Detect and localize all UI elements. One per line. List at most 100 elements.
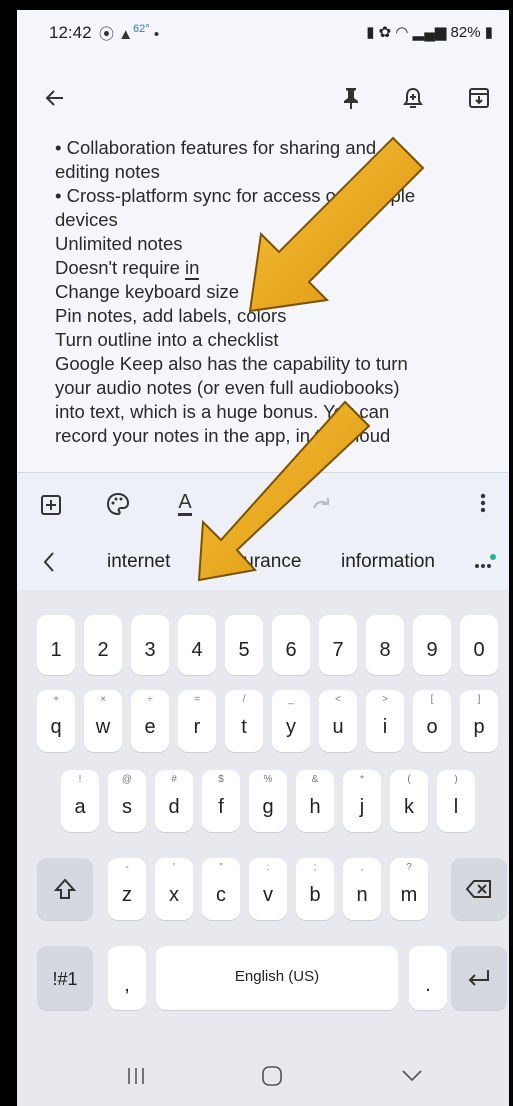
suggestion-item[interactable]: information xyxy=(341,551,435,573)
palette-button[interactable] xyxy=(103,489,133,519)
note-line: • Cross-platform sync for access on mult… xyxy=(55,185,416,206)
archive-icon xyxy=(469,88,489,108)
home-button[interactable] xyxy=(257,1062,287,1090)
key-o[interactable]: [o xyxy=(413,690,451,752)
key-e[interactable]: ÷ e xyxy=(131,690,169,752)
key-v[interactable]: :v xyxy=(249,858,287,920)
key-l[interactable]: ) l xyxy=(437,770,475,832)
note-line: • Collaboration features for sharing and xyxy=(55,137,377,158)
weather-icon: ▲ xyxy=(118,26,134,43)
key-s[interactable]: @ s xyxy=(108,770,146,832)
keyboard: 1 2 3 4 5 6 7 8 9 0 + q × w ÷ e = r / t _ y < u… xyxy=(17,590,509,1106)
battery-icon: ▮ xyxy=(484,24,493,41)
key-5[interactable]: 5 xyxy=(225,615,263,675)
note-line: editing notes xyxy=(55,161,160,182)
phone-screen: 12:42 ⦿ ▲62° • ▮ ✿ ◠ ▂▄▆ 82% ▮ • Collabo… xyxy=(17,10,509,1106)
suggestion-item[interactable]: internet xyxy=(107,551,170,573)
key-r[interactable]: = r xyxy=(178,690,216,752)
symbols-key[interactable]: !#1 xyxy=(37,946,93,1010)
backspace-icon xyxy=(466,880,491,898)
pin-button[interactable] xyxy=(333,80,369,116)
reminder-button[interactable] xyxy=(395,80,431,116)
suggestion-item[interactable]: insurance xyxy=(219,551,301,573)
battery-percent: 82% xyxy=(450,24,481,41)
key-3[interactable]: 3 xyxy=(131,615,169,675)
key-d[interactable]: # d xyxy=(155,770,193,832)
key-g[interactable]: % g xyxy=(249,770,287,832)
key-h[interactable]: & h xyxy=(296,770,334,832)
key-i[interactable]: > i xyxy=(366,690,404,752)
key-9[interactable]: 9 xyxy=(413,615,451,675)
add-box-icon xyxy=(41,495,61,515)
home-icon xyxy=(262,1066,282,1086)
key-y[interactable]: _ y xyxy=(272,690,310,752)
bell-plus-icon xyxy=(403,87,423,108)
key-c[interactable]: " c xyxy=(202,858,240,920)
key-z[interactable]: -z xyxy=(108,858,146,920)
text-format-button[interactable]: A xyxy=(171,487,199,519)
formatting-bar: A xyxy=(17,472,509,535)
period-key[interactable]: . xyxy=(409,946,447,1010)
note-line: devices xyxy=(55,209,118,230)
recent-apps-icon xyxy=(128,1068,144,1084)
note-body[interactable]: • Collaboration features for sharing and… xyxy=(55,136,505,466)
key-j[interactable]: * j xyxy=(343,770,381,832)
key-q[interactable]: + q xyxy=(37,690,75,752)
key-6[interactable]: 6 xyxy=(272,615,310,675)
recent-apps-button[interactable] xyxy=(121,1064,151,1088)
status-right-icons: ▮ ✿ ◠ ▂▄▆ 82% ▮ xyxy=(366,23,493,41)
key-b[interactable]: ; b xyxy=(296,858,334,920)
signal-icon: ▂▄▆ xyxy=(412,24,447,41)
hide-keyboard-button[interactable] xyxy=(397,1064,427,1088)
suggestion-more-button[interactable] xyxy=(471,552,499,574)
space-key[interactable]: English (US) xyxy=(156,946,398,1010)
key-t[interactable]: / t xyxy=(225,690,263,752)
enter-icon xyxy=(468,970,489,986)
composing-word: in xyxy=(185,257,200,280)
redo-button[interactable] xyxy=(307,489,335,517)
add-box-button[interactable] xyxy=(37,491,65,519)
key-k[interactable]: (k xyxy=(390,770,428,832)
key-7[interactable]: 7 xyxy=(319,615,357,675)
collapse-toolbar-button[interactable] xyxy=(39,548,59,576)
more-vert-icon xyxy=(480,493,486,513)
note-toolbar xyxy=(17,72,509,122)
dot-icon: • xyxy=(153,26,160,43)
note-line: into text, which is a huge bonus. You ca… xyxy=(55,401,390,422)
key-a[interactable]: ! a xyxy=(61,770,99,832)
note-line-prefix: Doesn't require xyxy=(55,257,186,278)
text-format-icon: A xyxy=(178,491,192,516)
shift-key[interactable] xyxy=(37,858,93,920)
key-u[interactable]: < u xyxy=(319,690,357,752)
chevron-left-icon xyxy=(43,552,54,572)
enter-key[interactable] xyxy=(451,946,507,1010)
vibrate-icon: ▮ xyxy=(366,24,375,41)
key-n[interactable]: ,n xyxy=(343,858,381,920)
status-left-icons: ⦿ ▲62° • xyxy=(99,23,159,44)
status-temperature: 62° xyxy=(133,23,150,35)
archive-button[interactable] xyxy=(461,80,497,116)
key-4[interactable]: 4 xyxy=(178,615,216,675)
status-bar: 12:42 ⦿ ▲62° • ▮ ✿ ◠ ▂▄▆ 82% ▮ xyxy=(17,10,509,52)
key-p[interactable]: ] p xyxy=(460,690,498,752)
suggestion-strip: internet insurance information xyxy=(17,534,509,590)
key-0[interactable]: 0 xyxy=(460,615,498,675)
key-w[interactable]: × w xyxy=(84,690,122,752)
note-line: Pin notes, add labels, colors xyxy=(55,305,287,326)
note-line: Turn outline into a checklist xyxy=(55,329,279,350)
key-f[interactable]: $ f xyxy=(202,770,240,832)
wifi-icon: ◠ xyxy=(395,24,409,41)
key-m[interactable]: ? m xyxy=(390,858,428,920)
key-x[interactable]: ' x xyxy=(155,858,193,920)
more-horiz-icon xyxy=(475,554,496,568)
comma-key[interactable]: , xyxy=(108,946,146,1010)
more-options-button[interactable] xyxy=(473,489,493,517)
key-8[interactable]: 8 xyxy=(366,615,404,675)
backspace-key[interactable] xyxy=(451,858,507,920)
note-line: record your notes in the app, in the clo… xyxy=(55,425,391,446)
note-line: your audio notes (or even full audiobook… xyxy=(55,377,400,398)
back-button[interactable] xyxy=(37,80,73,116)
clock-alarm-icon: ⦿ xyxy=(99,26,115,43)
key-2[interactable]: 2 xyxy=(84,615,122,675)
key-1[interactable]: 1 xyxy=(37,615,75,675)
